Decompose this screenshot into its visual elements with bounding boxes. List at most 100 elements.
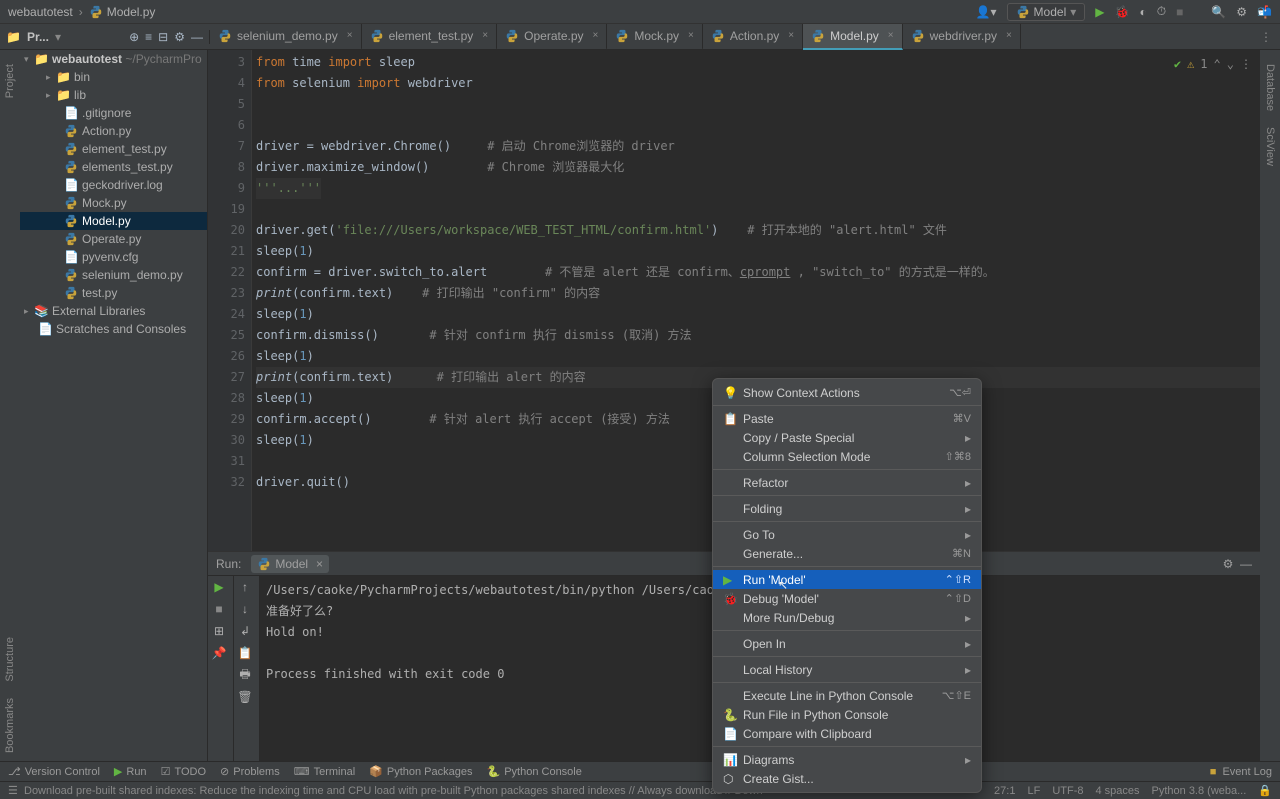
coverage-icon[interactable]: ◐ <box>1139 5 1146 19</box>
close-icon[interactable]: × <box>688 30 694 41</box>
status-message[interactable]: Download pre-built shared indexes: Reduc… <box>24 785 763 797</box>
gear-icon[interactable]: ⚙ <box>1223 557 1234 571</box>
problems-tab[interactable]: ⊘Problems <box>220 765 280 778</box>
breadcrumb-file[interactable]: Model.py <box>107 5 156 19</box>
lock-icon[interactable]: 🔒 <box>1258 784 1272 797</box>
menu-item[interactable]: 📋Paste⌘V <box>713 409 981 428</box>
user-icon[interactable]: 👤▾ <box>976 5 997 19</box>
project-panel-header[interactable]: 📁 Pr... ▾ ⊕ ≡ ⊟ ⚙ — <box>0 30 210 44</box>
run-tab[interactable]: ▶Run <box>114 765 147 778</box>
collapse-icon[interactable]: ≡ <box>145 30 152 44</box>
line-gutter[interactable]: 34567891920212223242526272829303132 <box>208 50 252 551</box>
layout-icon[interactable]: ⊞ <box>208 620 230 642</box>
menu-item[interactable]: 📄Compare with Clipboard <box>713 724 981 743</box>
menu-item[interactable]: Copy / Paste Special▸ <box>713 428 981 447</box>
menu-item[interactable]: ▶Run 'Model'⌃⇧R <box>713 570 981 589</box>
menu-item[interactable]: Go To▸ <box>713 525 981 544</box>
tree-item[interactable]: selenium_demo.py <box>20 266 207 284</box>
tree-item[interactable]: Action.py <box>20 122 207 140</box>
menu-item[interactable]: Generate...⌘N <box>713 544 981 563</box>
tree-item[interactable]: Operate.py <box>20 230 207 248</box>
wrap-icon[interactable]: ↲ <box>234 620 256 642</box>
cursor-position[interactable]: 27:1 <box>994 785 1015 797</box>
menu-item[interactable]: Folding▸ <box>713 499 981 518</box>
close-icon[interactable]: × <box>482 30 488 41</box>
trash-icon[interactable]: 🗑 <box>234 686 256 708</box>
menu-item[interactable]: 🐍Run File in Python Console <box>713 705 981 724</box>
editor-tab[interactable]: Mock.py× <box>607 24 703 50</box>
editor-tab[interactable]: Action.py× <box>703 24 803 50</box>
project-side-tab[interactable]: Project <box>4 56 16 106</box>
collapse-all-icon[interactable]: ⊟ <box>158 30 168 44</box>
more-tabs-icon[interactable]: ⋮ <box>1252 30 1280 44</box>
editor-tab[interactable]: element_test.py× <box>362 24 498 50</box>
stop-icon[interactable]: ■ <box>1176 5 1183 19</box>
close-icon[interactable]: × <box>1006 30 1012 41</box>
tree-item[interactable]: 📄geckodriver.log <box>20 176 207 194</box>
event-log-tab[interactable]: Event Log <box>1222 766 1272 778</box>
hide-icon[interactable]: — <box>1240 557 1252 571</box>
tree-item[interactable]: 📄pyvenv.cfg <box>20 248 207 266</box>
todo-tab[interactable]: ☑TODO <box>161 765 206 778</box>
editor-tab[interactable]: Operate.py× <box>497 24 607 50</box>
python-interpreter[interactable]: Python 3.8 (weba... <box>1152 785 1247 797</box>
packages-tab[interactable]: 📦Python Packages <box>369 765 472 778</box>
console-tab[interactable]: 🐍Python Console <box>487 765 582 778</box>
search-icon[interactable]: 🔍 <box>1211 5 1226 19</box>
close-icon[interactable]: × <box>316 557 323 571</box>
debug-icon[interactable]: 🐞 <box>1115 5 1130 19</box>
print-icon[interactable]: 🖶 <box>234 664 256 686</box>
up-icon[interactable]: ↑ <box>234 576 256 598</box>
down-icon[interactable]: ↓ <box>234 598 256 620</box>
menu-item[interactable]: Refactor▸ <box>713 473 981 492</box>
tree-item[interactable]: test.py <box>20 284 207 302</box>
project-tree[interactable]: ▾📁 webautotest ~/PycharmPro ▸📁bin▸📁lib📄.… <box>20 50 208 761</box>
terminal-tab[interactable]: ⌨Terminal <box>294 765 355 778</box>
gear-icon[interactable]: ⚙ <box>1236 5 1247 19</box>
run-config-selector[interactable]: Model ▾ <box>1007 3 1086 21</box>
structure-side-tab[interactable]: Structure <box>4 629 16 690</box>
tree-item[interactable]: Model.py <box>20 212 207 230</box>
file-encoding[interactable]: UTF-8 <box>1052 785 1083 797</box>
editor-tab[interactable]: webdriver.py× <box>903 24 1021 50</box>
breadcrumb-project[interactable]: webautotest <box>8 5 73 19</box>
run-icon[interactable]: ▶ <box>1095 5 1104 19</box>
indent-widget[interactable]: 4 spaces <box>1095 785 1139 797</box>
tree-item[interactable]: 📄.gitignore <box>20 104 207 122</box>
tree-item[interactable]: elements_test.py <box>20 158 207 176</box>
close-icon[interactable]: × <box>888 30 894 41</box>
tree-item[interactable]: Mock.py <box>20 194 207 212</box>
run-tab[interactable]: Model × <box>251 555 329 573</box>
close-icon[interactable]: × <box>593 30 599 41</box>
close-icon[interactable]: × <box>347 30 353 41</box>
menu-item[interactable]: 💡Show Context Actions⌥⏎ <box>713 383 981 402</box>
menu-item[interactable]: ⬡Create Gist... <box>713 769 981 788</box>
inspection-widget[interactable]: ✔⚠1 ⌃⌄⋮ <box>1174 54 1252 75</box>
version-control-tab[interactable]: ⎇Version Control <box>8 765 100 778</box>
editor-tab[interactable]: selenium_demo.py× <box>210 24 362 50</box>
bookmarks-side-tab[interactable]: Bookmarks <box>4 690 16 761</box>
menu-item[interactable]: More Run/Debug▸ <box>713 608 981 627</box>
status-hamburger-icon[interactable]: ☰ <box>8 784 18 797</box>
database-side-tab[interactable]: Database <box>1264 56 1276 119</box>
scroll-icon[interactable]: 📋 <box>234 642 256 664</box>
target-icon[interactable]: ⊕ <box>129 30 139 44</box>
tree-item[interactable]: ▸📁bin <box>20 68 207 86</box>
menu-item[interactable]: Open In▸ <box>713 634 981 653</box>
tree-external[interactable]: ▸📚 External Libraries <box>20 302 207 320</box>
menu-item[interactable]: Local History▸ <box>713 660 981 679</box>
menu-item[interactable]: 🐞Debug 'Model'⌃⇧D <box>713 589 981 608</box>
rerun-icon[interactable]: ▶ <box>208 576 230 598</box>
menu-item[interactable]: Execute Line in Python Console⌥⇧E <box>713 686 981 705</box>
menu-item[interactable]: 📊Diagrams▸ <box>713 750 981 769</box>
tree-root[interactable]: ▾📁 webautotest ~/PycharmPro <box>20 50 207 68</box>
close-icon[interactable]: × <box>788 30 794 41</box>
line-separator[interactable]: LF <box>1027 785 1040 797</box>
pin-icon[interactable]: 📌 <box>208 642 230 664</box>
hide-icon[interactable]: — <box>191 30 203 44</box>
tree-scratches[interactable]: 📄 Scratches and Consoles <box>20 320 207 338</box>
profiler-icon[interactable]: ⏱ <box>1157 4 1166 19</box>
menu-item[interactable]: Column Selection Mode⇧⌘8 <box>713 447 981 466</box>
gear-icon[interactable]: ⚙ <box>174 30 185 44</box>
notifications-icon[interactable]: 📬 <box>1257 5 1272 19</box>
